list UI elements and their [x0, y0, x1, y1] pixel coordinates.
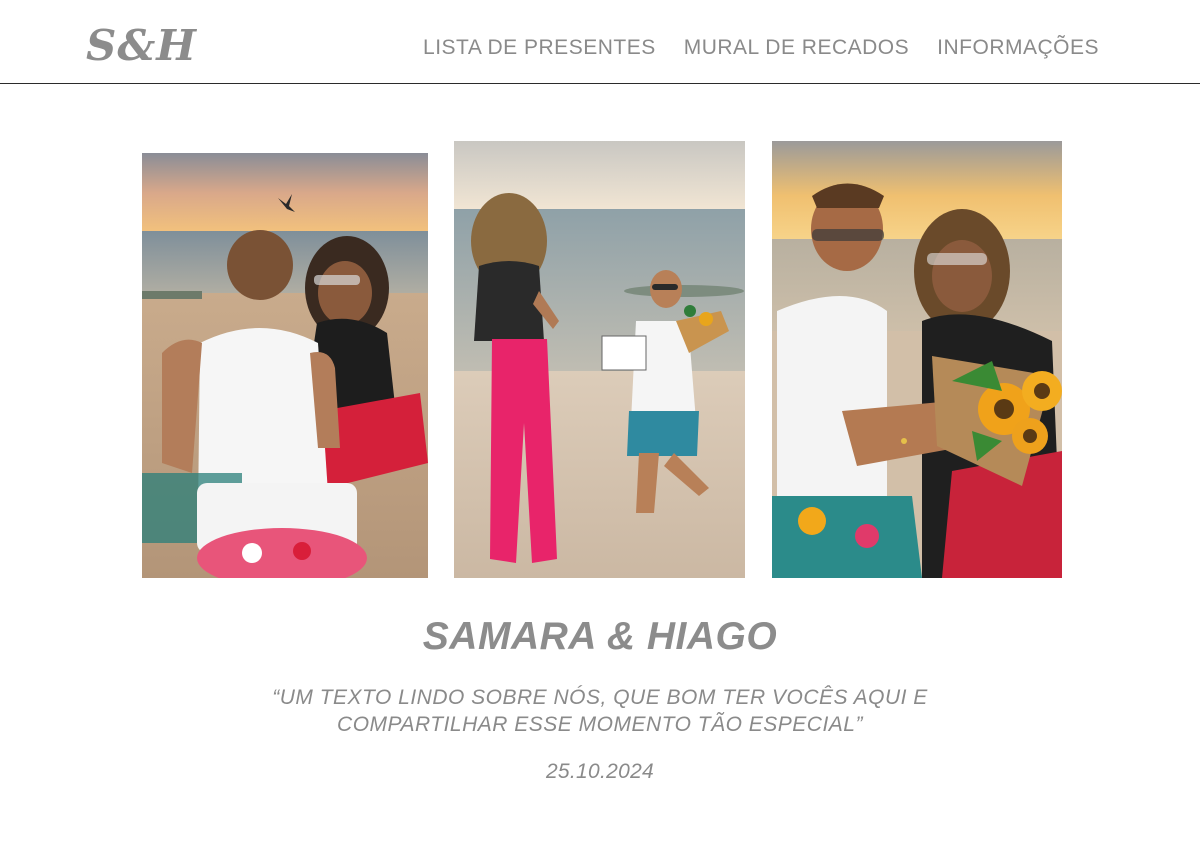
nav-link-gift-list[interactable]: LISTA DE PRESENTES — [423, 34, 656, 62]
couple-photo-proposal — [454, 141, 745, 578]
wedding-date: 25.10.2024 — [545, 760, 655, 783]
quote-line-2: COMPARTILHAR ESSE MOMENTO TÃO ESPECIAL” — [337, 713, 863, 736]
couple-photo-rings — [772, 141, 1062, 578]
couple-photo-beach-picnic — [142, 153, 428, 578]
nav-link-message-wall[interactable]: MURAL DE RECADOS — [684, 34, 909, 62]
site-logo[interactable]: S&H — [86, 22, 197, 70]
welcome-quote: “UM TEXTO LINDO SOBRE NÓS, QUE BOM TER V… — [250, 684, 950, 738]
site-header: S&H LISTA DE PRESENTES MURAL DE RECADOS … — [0, 0, 1200, 84]
nav-link-information[interactable]: INFORMAÇÕES — [937, 34, 1099, 62]
couple-names-title: SAMARA & HIAGO — [422, 615, 778, 658]
quote-line-1: “UM TEXTO LINDO SOBRE NÓS, QUE BOM TER V… — [272, 686, 928, 709]
main-nav: LISTA DE PRESENTES MURAL DE RECADOS INFO… — [423, 34, 1099, 62]
